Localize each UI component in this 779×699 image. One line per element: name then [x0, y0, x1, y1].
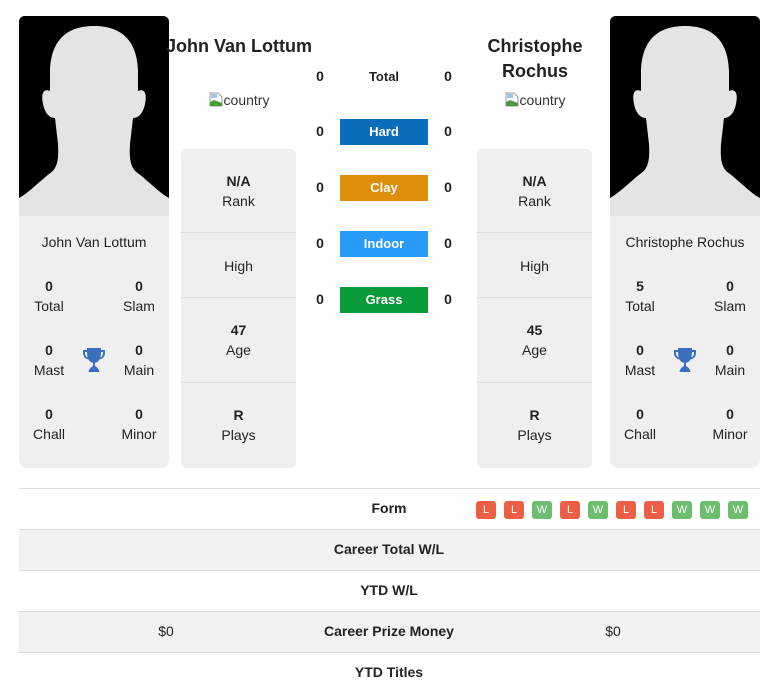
player2-card-name[interactable]: Christophe Rochus [610, 234, 760, 250]
player1-total-titles: 0 Total [34, 278, 64, 314]
player2-country-flag: country [460, 92, 610, 108]
player2-plays: R Plays [517, 407, 552, 443]
h2h-grass-row: 0 Grass 0 [305, 287, 475, 315]
h2h-p1-value: 0 [316, 291, 324, 307]
h2h-p1-value: 0 [316, 235, 324, 251]
player1-mast-titles: 0 Mast [33, 342, 65, 378]
player1-slam-titles: 0 Slam [123, 278, 155, 314]
table-row: Career Total W/L [19, 529, 760, 570]
form-badge[interactable]: W [728, 501, 748, 519]
player2-total-titles: 5 Total [625, 278, 655, 314]
form-badges: LLWLWLLWWW [476, 501, 748, 519]
h2h-clay-row: 0 Clay 0 [305, 175, 475, 203]
player1-info-panel: N/A Rank High 47 Age R Plays [181, 149, 296, 468]
surface-badge-hard[interactable]: Hard [340, 119, 428, 145]
row-label: YTD W/L [360, 582, 418, 598]
player1-name-link[interactable]: John Van Lottum [164, 34, 314, 59]
row-label: Career Total W/L [333, 541, 445, 557]
h2h-p1-value: 0 [316, 68, 324, 84]
player1-high: High [181, 233, 296, 298]
player2-name-link[interactable]: Christophe Rochus [460, 34, 610, 84]
broken-image-icon [505, 92, 519, 107]
table-row: YTD W/L [19, 570, 760, 611]
avatar-silhouette-icon [610, 16, 760, 216]
player2-high: High [477, 233, 592, 298]
player1-main-titles: 0 Main [123, 342, 155, 378]
h2h-p1-value: 0 [316, 123, 324, 139]
table-row: $0 Career Prize Money $0 [19, 611, 760, 652]
form-badge[interactable]: W [532, 501, 552, 519]
h2h-total-row: 0 Total 0 [305, 64, 475, 92]
h2h-indoor-row: 0 Indoor 0 [305, 231, 475, 259]
player1-titles-card: John Van Lottum 0 Total 0 Slam 0 Mast 0 Main… [19, 216, 169, 468]
player2-value: $0 [605, 623, 621, 639]
player2-chall-titles: 0 Chall [624, 406, 656, 442]
player2-mast-titles: 0 Mast [624, 342, 656, 378]
form-badge[interactable]: L [476, 501, 496, 519]
form-badge[interactable]: W [672, 501, 692, 519]
player1-country-flag: country [164, 92, 314, 108]
player2-slam-titles: 0 Slam [714, 278, 746, 314]
surface-badge-grass[interactable]: Grass [340, 287, 428, 313]
player1-chall-titles: 0 Chall [33, 406, 65, 442]
player1-rank: N/A Rank [181, 149, 296, 233]
form-row: Form LLWLWLLWWW [19, 488, 760, 529]
h2h-p1-value: 0 [316, 179, 324, 195]
table-row: YTD Titles [19, 652, 760, 693]
h2h-p2-value: 0 [444, 179, 452, 195]
player2-info-panel: N/A Rank High 45 Age R Plays [477, 149, 592, 468]
player1-value: $0 [158, 623, 174, 639]
form-badge[interactable]: W [588, 501, 608, 519]
h2h-p2-value: 0 [444, 68, 452, 84]
player1-plays: R Plays [221, 407, 256, 443]
player2-main-titles: 0 Main [714, 342, 746, 378]
h2h-hard-row: 0 Hard 0 [305, 119, 475, 147]
player1-age: 47 Age [181, 298, 296, 383]
form-badge[interactable]: L [504, 501, 524, 519]
avatar-silhouette-icon [19, 16, 169, 216]
row-label: Career Prize Money [324, 623, 454, 639]
form-badge[interactable]: L [616, 501, 636, 519]
form-badge[interactable]: L [560, 501, 580, 519]
form-label: Form [371, 500, 407, 516]
trophy-icon [674, 348, 696, 372]
h2h-p2-value: 0 [444, 235, 452, 251]
player1-photo [19, 16, 169, 216]
player2-photo [610, 16, 760, 216]
row-label: YTD Titles [354, 664, 424, 680]
trophy-icon [83, 348, 105, 372]
form-badge[interactable]: W [700, 501, 720, 519]
surface-badge-clay[interactable]: Clay [340, 175, 428, 201]
player2-titles-card: Christophe Rochus 5 Total 0 Slam 0 Mast 0 Ma… [610, 216, 760, 468]
comparison-table: Form LLWLWLLWWW Career Total W/L YTD W/L… [19, 488, 760, 693]
player2-minor-titles: 0 Minor [712, 406, 748, 442]
player2-age: 45 Age [477, 298, 592, 383]
h2h-p2-value: 0 [444, 123, 452, 139]
form-badge[interactable]: L [644, 501, 664, 519]
surface-badge-indoor[interactable]: Indoor [340, 231, 428, 257]
broken-image-icon [209, 92, 223, 107]
h2h-p2-value: 0 [444, 291, 452, 307]
player1-card-name[interactable]: John Van Lottum [19, 234, 169, 250]
player1-minor-titles: 0 Minor [121, 406, 157, 442]
player2-rank: N/A Rank [477, 149, 592, 233]
h2h-surface-label: Total [368, 69, 400, 84]
